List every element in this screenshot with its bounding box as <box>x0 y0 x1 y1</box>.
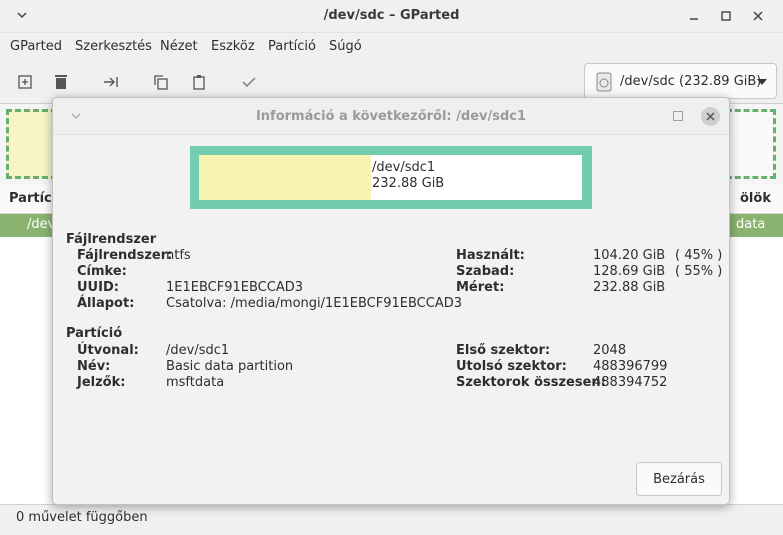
partition-section-title: Partíció <box>66 326 123 341</box>
menu-partition[interactable]: Partíció <box>268 39 316 54</box>
new-partition-icon[interactable] <box>16 73 34 91</box>
used-label: Használt: <box>456 248 525 263</box>
first-sector-label: Első szektor: <box>456 343 551 358</box>
disk-icon <box>596 72 612 92</box>
fs-label-label: Címke: <box>77 264 127 279</box>
free-percent: ( 55% ) <box>675 264 723 279</box>
fs-type-label: Fájlrendszer: <box>77 248 173 263</box>
used-space-fill <box>199 155 371 200</box>
path-value: /dev/sdc1 <box>166 343 230 358</box>
dialog-title: Információ a következőről: /dev/sdc1 <box>255 109 527 124</box>
graph-partition-edge[interactable] <box>726 109 776 179</box>
used-percent: ( 45% ) <box>675 248 723 263</box>
fs-status-value: Csatolva: /media/mongi/1E1EBCF91EBCCAD3 <box>166 296 462 311</box>
menu-view[interactable]: Nézet <box>160 39 198 54</box>
device-selector[interactable]: /dev/sdc (232.89 GiB) <box>584 63 777 99</box>
dialog-titlebar: Információ a következőről: /dev/sdc1 <box>53 98 729 135</box>
free-value: 128.69 GiB <box>593 264 666 279</box>
statusbar: 0 művelet függőben <box>0 504 783 535</box>
name-label: Név: <box>77 359 111 374</box>
info-dialog: Információ a következőről: /dev/sdc1 /de… <box>52 97 730 505</box>
total-sectors-label: Szektorok összesen: <box>456 375 606 390</box>
minimize-icon[interactable] <box>684 7 704 25</box>
fs-uuid-value: 1E1EBCF91EBCCAD3 <box>166 280 303 295</box>
menu-edit[interactable]: Szerkesztés <box>75 39 152 54</box>
last-sector-value: 488396799 <box>593 359 668 374</box>
menu-gparted[interactable]: GParted <box>10 39 62 54</box>
size-label: Méret: <box>456 280 505 295</box>
dropdown-caret-icon <box>757 79 767 85</box>
filesystem-section-title: Fájlrendszer <box>66 232 157 247</box>
column-flags[interactable]: ölök <box>740 191 771 206</box>
bar-path: /dev/sdc1 <box>372 160 436 175</box>
row-flags-cell: data <box>736 217 766 232</box>
copy-icon[interactable] <box>152 73 170 91</box>
close-button[interactable]: Bezárás <box>636 462 722 496</box>
fs-type-value: ntfs <box>166 248 191 263</box>
menu-help[interactable]: Súgó <box>329 39 362 54</box>
close-icon[interactable] <box>701 107 720 126</box>
total-sectors-value: 488394752 <box>593 375 668 390</box>
name-value: Basic data partition <box>166 359 294 374</box>
paste-icon[interactable] <box>190 73 208 91</box>
first-sector-value: 2048 <box>593 343 627 358</box>
used-value: 104.20 GiB <box>593 248 666 263</box>
path-label: Útvonal: <box>77 343 139 358</box>
close-window-icon[interactable] <box>748 7 768 25</box>
device-label: /dev/sdc (232.89 GiB) <box>620 74 762 89</box>
pending-operations: 0 művelet függőben <box>16 510 148 525</box>
partition-usage-bar: /dev/sdc1 232.88 GiB <box>190 146 592 209</box>
menubar: GParted Szerkesztés Nézet Eszköz Partíci… <box>0 33 783 61</box>
window-title: /dev/sdc – GParted <box>323 8 460 23</box>
delete-icon[interactable] <box>52 73 70 91</box>
fs-status-label: Állapot: <box>77 296 135 311</box>
last-sector-label: Utolsó szektor: <box>456 359 567 374</box>
window-titlebar: /dev/sdc – GParted <box>0 0 783 33</box>
flags-label: Jelzők: <box>77 375 126 390</box>
bar-size: 232.88 GiB <box>372 176 445 191</box>
maximize-icon[interactable] <box>716 7 736 25</box>
free-label: Szabad: <box>456 264 515 279</box>
check-icon[interactable] <box>240 73 258 91</box>
menu-device[interactable]: Eszköz <box>211 39 255 54</box>
size-value: 232.88 GiB <box>593 280 666 295</box>
maximize-icon[interactable] <box>673 111 683 121</box>
apply-arrow-icon[interactable] <box>102 73 120 91</box>
fs-uuid-label: UUID: <box>77 280 119 295</box>
flags-value: msftdata <box>166 375 225 390</box>
